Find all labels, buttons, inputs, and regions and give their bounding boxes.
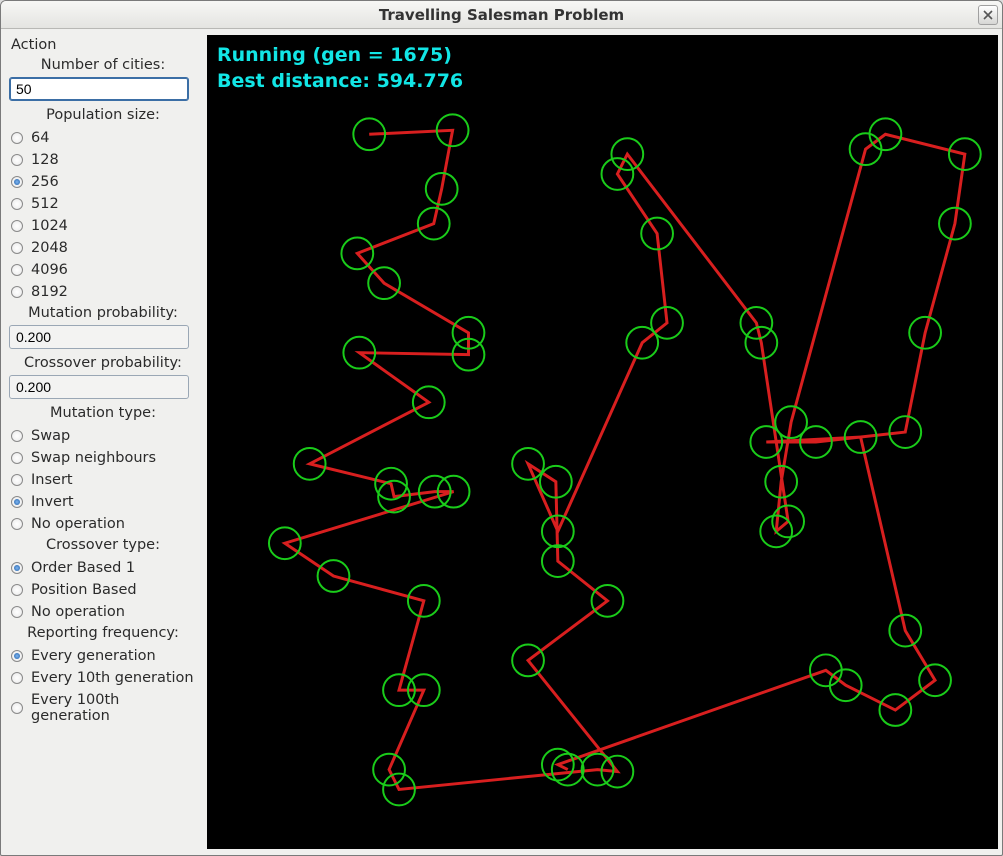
pop-option-64[interactable]: 64 — [7, 127, 199, 149]
report-option-every-generation[interactable]: Every generation — [7, 645, 199, 667]
label-cross-type: Crossover type: — [7, 535, 199, 557]
app-window: Travelling Salesman Problem Action Numbe… — [0, 0, 1003, 856]
radio-label: Every 10th generation — [31, 670, 194, 686]
radio-label: 128 — [31, 152, 59, 168]
radio-icon — [11, 132, 23, 144]
label-mut-prob: Mutation probability: — [7, 303, 199, 325]
mut-option-invert[interactable]: Invert — [7, 491, 199, 513]
sidebar: Action Number of cities: Population size… — [5, 35, 205, 849]
radio-label: Swap — [31, 428, 70, 444]
radio-icon — [11, 672, 23, 684]
window-body: Action Number of cities: Population size… — [1, 29, 1002, 855]
pop-option-512[interactable]: 512 — [7, 193, 199, 215]
radio-label: 64 — [31, 130, 49, 146]
cross-option-position-based[interactable]: Position Based — [7, 579, 199, 601]
radio-label: 8192 — [31, 284, 68, 300]
radio-icon — [11, 198, 23, 210]
radio-label: No operation — [31, 516, 125, 532]
cross-option-no-operation[interactable]: No operation — [7, 601, 199, 623]
radio-label: Swap neighbours — [31, 450, 156, 466]
label-mut-type: Mutation type: — [7, 403, 199, 425]
report-option-every-10th-generation[interactable]: Every 10th generation — [7, 667, 199, 689]
close-icon — [983, 10, 993, 20]
mut-option-insert[interactable]: Insert — [7, 469, 199, 491]
pop-option-1024[interactable]: 1024 — [7, 215, 199, 237]
pop-size-group: 64 128 256 512 1024 2048 4096 8192 — [7, 127, 199, 303]
pop-option-4096[interactable]: 4096 — [7, 259, 199, 281]
radio-icon — [11, 584, 23, 596]
pop-option-128[interactable]: 128 — [7, 149, 199, 171]
mut-type-group: Swap Swap neighbours Insert Invert No operat… — [7, 425, 199, 535]
pop-option-8192[interactable]: 8192 — [7, 281, 199, 303]
radio-label: Order Based 1 — [31, 560, 135, 576]
radio-icon — [11, 496, 23, 508]
radio-icon — [11, 702, 23, 714]
report-freq-group: Every generation Every 10th generation Eve… — [7, 645, 199, 727]
crossover-prob-input[interactable] — [9, 375, 189, 399]
menu-action[interactable]: Action — [7, 35, 199, 55]
radio-label: 256 — [31, 174, 59, 190]
pop-option-2048[interactable]: 2048 — [7, 237, 199, 259]
mut-option-swap-neighbours[interactable]: Swap neighbours — [7, 447, 199, 469]
num-cities-input[interactable] — [9, 77, 189, 101]
radio-icon — [11, 286, 23, 298]
canvas: Running (gen = 1675) Best distance: 594.… — [207, 35, 998, 849]
label-report-freq: Reporting frequency: — [7, 623, 199, 645]
radio-icon — [11, 452, 23, 464]
tour-svg — [207, 35, 998, 849]
radio-icon — [11, 264, 23, 276]
radio-icon — [11, 154, 23, 166]
mut-option-no-operation[interactable]: No operation — [7, 513, 199, 535]
cross-type-group: Order Based 1 Position Based No operation — [7, 557, 199, 623]
label-cross-prob: Crossover probability: — [7, 353, 199, 375]
radio-label: Insert — [31, 472, 73, 488]
radio-icon — [11, 430, 23, 442]
window-title: Travelling Salesman Problem — [379, 6, 624, 24]
mut-option-swap[interactable]: Swap — [7, 425, 199, 447]
radio-label: Invert — [31, 494, 74, 510]
radio-label: 4096 — [31, 262, 68, 278]
radio-icon — [11, 606, 23, 618]
pop-option-256[interactable]: 256 — [7, 171, 199, 193]
radio-icon — [11, 518, 23, 530]
report-option-every-100th-generation[interactable]: Every 100th generation — [7, 689, 199, 727]
label-num-cities: Number of cities: — [7, 55, 199, 77]
radio-label: 1024 — [31, 218, 68, 234]
radio-icon — [11, 474, 23, 486]
status-text: Running (gen = 1675) Best distance: 594.… — [217, 43, 463, 94]
radio-label: Position Based — [31, 582, 137, 598]
title-bar: Travelling Salesman Problem — [1, 1, 1002, 29]
radio-label: Every 100th generation — [31, 692, 195, 724]
radio-icon — [11, 176, 23, 188]
radio-icon — [11, 650, 23, 662]
radio-label: 512 — [31, 196, 59, 212]
radio-label: No operation — [31, 604, 125, 620]
radio-label: Every generation — [31, 648, 156, 664]
radio-icon — [11, 242, 23, 254]
radio-label: 2048 — [31, 240, 68, 256]
close-button[interactable] — [978, 5, 998, 25]
label-pop-size: Population size: — [7, 105, 199, 127]
radio-icon — [11, 220, 23, 232]
mutation-prob-input[interactable] — [9, 325, 189, 349]
cross-option-order-based-1[interactable]: Order Based 1 — [7, 557, 199, 579]
radio-icon — [11, 562, 23, 574]
